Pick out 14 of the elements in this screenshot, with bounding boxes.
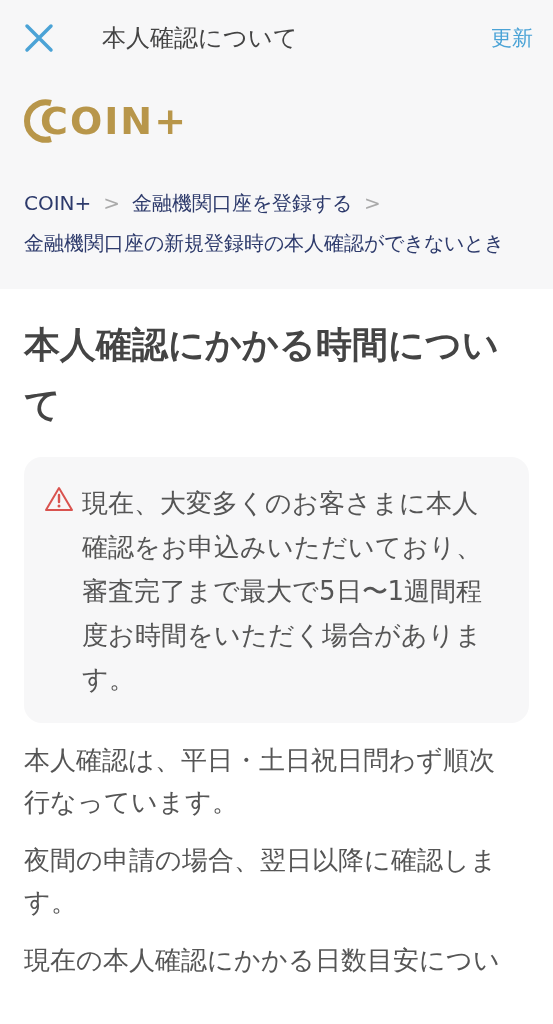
article-heading: 本人確認にかかる時間について bbox=[24, 323, 500, 427]
warning-icon bbox=[44, 485, 74, 513]
notice-text: 現在、大変多くのお客さまに本人確認をお申込みいただいており、審査完了まで最大で5日〜1週間程度お時間をいただく場合があります。 bbox=[82, 487, 484, 696]
paragraph: 本人確認は、平日・土日祝日問わず順次行なっています。 bbox=[24, 744, 496, 819]
breadcrumb-separator: > bbox=[103, 191, 121, 215]
breadcrumb-link[interactable]: 金融機関口座の新規登録時の本人確認ができないとき bbox=[24, 231, 504, 255]
paragraph: 夜間の申請の場合、翌日以降に確認します。 bbox=[24, 844, 498, 919]
close-icon[interactable] bbox=[24, 22, 54, 53]
breadcrumb-link[interactable]: COIN+ bbox=[24, 191, 92, 215]
breadcrumb-link[interactable]: 金融機関口座を登録する bbox=[132, 191, 353, 215]
page-title: 本人確認について bbox=[102, 22, 299, 54]
logo: COIN+ bbox=[40, 99, 188, 143]
breadcrumb-separator: > bbox=[364, 191, 381, 215]
paragraph: 現在の本人確認にかかる日数目安につい bbox=[24, 944, 501, 977]
